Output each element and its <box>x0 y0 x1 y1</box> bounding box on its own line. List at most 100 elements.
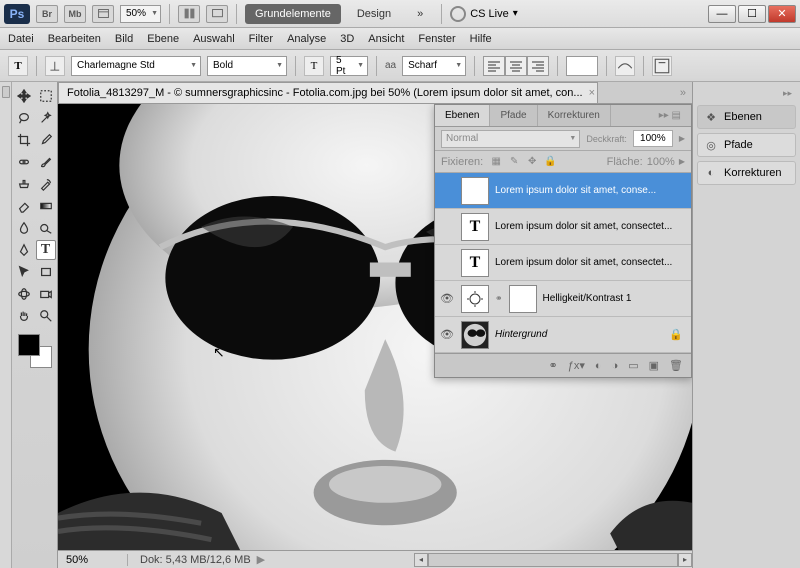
hscrollbar[interactable] <box>428 553 678 567</box>
color-swatches[interactable] <box>18 334 52 368</box>
menu-bild[interactable]: Bild <box>115 33 133 45</box>
hand-tool-icon[interactable] <box>14 306 34 326</box>
new-layer-icon[interactable]: ▣ <box>649 359 659 372</box>
eraser-tool-icon[interactable] <box>14 196 34 216</box>
layer-thumbnail[interactable] <box>461 321 489 349</box>
lasso-tool-icon[interactable] <box>14 108 34 128</box>
marquee-tool-icon[interactable] <box>36 86 56 106</box>
document-tab[interactable]: Fotolia_4813297_M - © sumnersgraphicsinc… <box>58 82 598 103</box>
layer-name[interactable]: Helligkeit/Kontrast 1 <box>543 293 687 304</box>
lock-all-icon[interactable]: 🔒 <box>543 155 557 169</box>
status-zoom[interactable]: 50% <box>58 554 128 566</box>
blur-tool-icon[interactable] <box>14 218 34 238</box>
magic-wand-tool-icon[interactable] <box>36 108 56 128</box>
layer-link-icon[interactable]: ⚭ <box>495 293 503 304</box>
fill-field[interactable]: 100% <box>647 156 675 168</box>
workspace-design[interactable]: Design <box>347 4 401 24</box>
tools-collapse-icon[interactable] <box>2 86 10 98</box>
workspace-grundelemente[interactable]: Grundelemente <box>245 4 341 24</box>
minimize-button[interactable]: — <box>708 5 736 23</box>
text-orientation-icon[interactable]: ⊥ <box>45 56 65 76</box>
menu-analyse[interactable]: Analyse <box>287 33 326 45</box>
bridge-icon[interactable]: Br <box>36 5 58 23</box>
layer-thumbnail[interactable]: T <box>461 213 489 241</box>
layer-name[interactable]: Hintergrund <box>495 329 663 340</box>
visibility-toggle-icon[interactable]: 👁 <box>439 327 455 343</box>
font-family-dropdown[interactable]: Charlemagne Std <box>71 56 201 76</box>
lock-transparency-icon[interactable]: ▦ <box>489 155 503 169</box>
warp-text-icon[interactable] <box>615 56 635 76</box>
layer-row[interactable]: T Lorem ipsum dolor sit amet, consectet..… <box>435 245 691 281</box>
eyedropper-tool-icon[interactable] <box>36 130 56 150</box>
layer-mask-thumbnail[interactable] <box>509 285 537 313</box>
layer-name[interactable]: Lorem ipsum dolor sit amet, consectet... <box>495 257 687 268</box>
antialias-dropdown[interactable]: Scharf <box>402 56 466 76</box>
zoom-dropdown[interactable]: 50% <box>120 5 161 23</box>
3d-camera-tool-icon[interactable] <box>36 284 56 304</box>
pen-tool-icon[interactable] <box>14 240 34 260</box>
dock-item-ebenen[interactable]: ❖Ebenen <box>697 105 796 129</box>
healing-brush-tool-icon[interactable] <box>14 152 34 172</box>
character-panel-icon[interactable] <box>652 56 672 76</box>
menu-datei[interactable]: Datei <box>8 33 34 45</box>
status-info-menu-icon[interactable]: ▶ <box>257 553 265 566</box>
menu-fenster[interactable]: Fenster <box>418 33 455 45</box>
visibility-toggle-icon[interactable] <box>439 255 455 271</box>
delete-layer-icon[interactable]: 🗑 <box>669 359 683 372</box>
history-brush-tool-icon[interactable] <box>36 174 56 194</box>
cslive-button[interactable]: CS Live ▾ <box>450 6 518 22</box>
layer-thumbnail[interactable] <box>461 285 489 313</box>
clone-stamp-tool-icon[interactable] <box>14 174 34 194</box>
gradient-tool-icon[interactable] <box>36 196 56 216</box>
crop-tool-icon[interactable] <box>14 130 34 150</box>
maximize-button[interactable]: ☐ <box>738 5 766 23</box>
layers-tab-korrekturen[interactable]: Korrekturen <box>538 105 611 126</box>
layers-panel-menu-icon[interactable]: ▸▸ ▤ <box>649 105 691 126</box>
hscroll-right-icon[interactable]: ▸ <box>678 553 692 567</box>
document-tab-close-icon[interactable]: × <box>589 87 595 99</box>
dock-item-pfade[interactable]: ◎Pfade <box>697 133 796 157</box>
rectangle-tool-icon[interactable] <box>36 262 56 282</box>
opacity-field[interactable]: 100% <box>633 130 673 147</box>
foreground-color-swatch[interactable] <box>18 334 40 356</box>
menu-ebene[interactable]: Ebene <box>147 33 179 45</box>
adjustment-layer-icon[interactable]: ◑ <box>612 360 619 372</box>
layer-group-icon[interactable]: ▭ <box>628 359 638 372</box>
dock-collapse-icon[interactable]: ▸▸ <box>697 88 796 101</box>
menu-bearbeiten[interactable]: Bearbeiten <box>48 33 101 45</box>
layer-row[interactable]: 👁Hintergrund🔒 <box>435 317 691 353</box>
dodge-tool-icon[interactable] <box>36 218 56 238</box>
arrange-icon[interactable] <box>178 5 200 23</box>
font-style-dropdown[interactable]: Bold <box>207 56 287 76</box>
layer-mask-icon[interactable]: ◐ <box>595 360 602 372</box>
canvas[interactable]: Ebenen Pfade Korrekturen ▸▸ ▤ Normal Dec… <box>58 104 692 550</box>
align-left-icon[interactable] <box>483 56 505 76</box>
screen-mode-icon[interactable] <box>206 5 228 23</box>
layer-thumbnail[interactable]: T <box>461 177 489 205</box>
align-center-icon[interactable] <box>505 56 527 76</box>
link-layers-icon[interactable]: ⚭ <box>549 359 558 372</box>
layer-name[interactable]: Lorem ipsum dolor sit amet, conse... <box>495 185 687 196</box>
zoom-tool-icon[interactable] <box>36 306 56 326</box>
text-color-swatch[interactable] <box>566 56 598 76</box>
view-extras-icon[interactable] <box>92 5 114 23</box>
layer-style-icon[interactable]: ƒx▾ <box>568 359 585 372</box>
font-size-field[interactable]: 5 Pt <box>330 56 368 76</box>
blend-mode-dropdown[interactable]: Normal <box>441 130 580 148</box>
visibility-toggle-icon[interactable] <box>439 183 455 199</box>
layer-row[interactable]: TLorem ipsum dolor sit amet, consectet..… <box>435 209 691 245</box>
menu-ansicht[interactable]: Ansicht <box>368 33 404 45</box>
menu-hilfe[interactable]: Hilfe <box>470 33 492 45</box>
menu-3d[interactable]: 3D <box>340 33 354 45</box>
layer-row[interactable]: 👁 ⚭ Helligkeit/Kontrast 1 <box>435 281 691 317</box>
layer-row[interactable]: T Lorem ipsum dolor sit amet, conse... <box>435 173 691 209</box>
brush-tool-icon[interactable] <box>36 152 56 172</box>
workspace-more-icon[interactable]: » <box>407 4 433 24</box>
visibility-toggle-icon[interactable]: 👁 <box>439 291 455 307</box>
menu-filter[interactable]: Filter <box>249 33 273 45</box>
dock-item-korrekturen[interactable]: ◐Korrekturen <box>697 161 796 185</box>
layers-tab-pfade[interactable]: Pfade <box>490 105 537 126</box>
move-tool-icon[interactable] <box>14 86 34 106</box>
layer-thumbnail[interactable]: T <box>461 249 489 277</box>
document-tab-overflow-icon[interactable]: » <box>674 87 692 99</box>
